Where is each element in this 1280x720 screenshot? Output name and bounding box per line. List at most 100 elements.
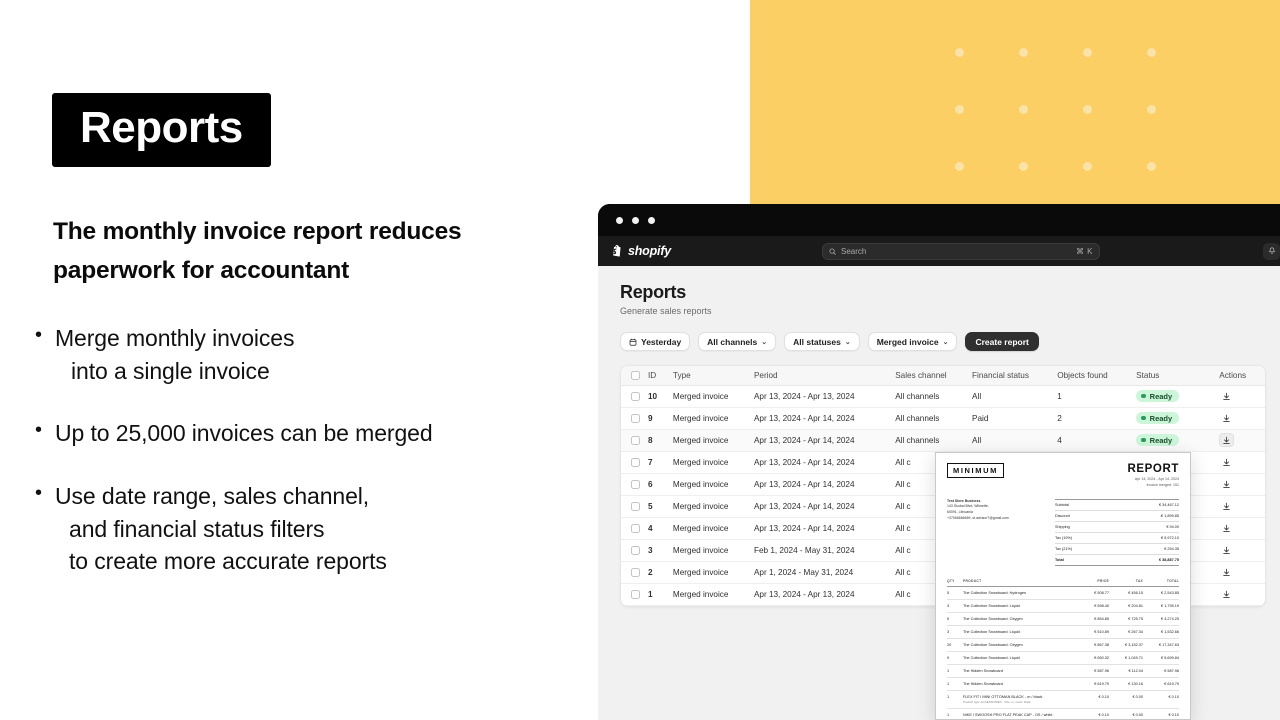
cell-financial: All	[972, 385, 1058, 408]
row-select-cell[interactable]	[621, 473, 648, 496]
date-range-filter[interactable]: Yesterday	[620, 332, 691, 351]
item-tax: € 725.75	[1128, 616, 1143, 621]
create-report-button[interactable]: Create report	[965, 332, 1039, 351]
row-select-cell[interactable]	[621, 583, 648, 606]
table-row[interactable]: 9 Merged invoice Apr 13, 2024 - Apr 14, 20…	[621, 407, 1265, 430]
row-select-cell[interactable]	[621, 451, 648, 474]
download-button[interactable]	[1219, 411, 1234, 425]
cell-id: 10	[648, 385, 673, 408]
row-select-cell[interactable]	[621, 517, 648, 540]
total-label: Shipping	[1055, 524, 1070, 529]
column-header-objects[interactable]: Objects found	[1057, 366, 1137, 386]
download-button[interactable]	[1219, 565, 1234, 579]
items-column-product: PRODUCT	[963, 578, 982, 583]
item-qty: 3	[947, 603, 950, 608]
total-value: € 94.00	[1166, 524, 1179, 529]
item-total: € 1,795.19	[1161, 603, 1179, 608]
column-header-actions[interactable]: Actions	[1219, 366, 1265, 386]
download-button[interactable]	[1219, 587, 1234, 601]
invoice-totals: Subtotal € 34,467.12 Discount -€ 1,899.85 Sh…	[1055, 498, 1179, 566]
row-checkbox[interactable]	[631, 457, 640, 467]
row-select-cell[interactable]	[621, 561, 648, 584]
item-tax: € 456.15	[1128, 590, 1143, 595]
table-row[interactable]: 8 Merged invoice Apr 13, 2024 - Apr 14, 20…	[621, 429, 1265, 452]
download-button[interactable]	[1219, 477, 1234, 491]
row-checkbox[interactable]	[631, 545, 640, 555]
download-icon	[1223, 414, 1230, 422]
cell-actions[interactable]	[1219, 583, 1265, 606]
invoice-item-row: 1 The Hidden Snowboard € 619.79 € 130.16 € 6…	[947, 678, 1179, 691]
column-header-id[interactable]: ID	[648, 366, 673, 386]
table-row[interactable]: 10 Merged invoice Apr 13, 2024 - Apr 13, 2…	[621, 385, 1265, 408]
column-header-period[interactable]: Period	[753, 366, 896, 386]
cell-actions[interactable]	[1219, 495, 1265, 518]
select-all-checkbox[interactable]	[631, 370, 640, 380]
total-value: € 38,887.75	[1158, 557, 1179, 562]
bullet-line: and financial status filters	[69, 515, 325, 542]
cell-status: Ready	[1136, 407, 1220, 430]
row-select-cell[interactable]	[621, 539, 648, 562]
download-icon	[1223, 480, 1230, 488]
row-checkbox[interactable]	[631, 567, 640, 577]
select-all-header[interactable]	[621, 366, 648, 386]
row-checkbox[interactable]	[631, 413, 640, 423]
window-minimize-dot[interactable]	[632, 216, 639, 224]
reports-table-head: ID Type Period Sales channel Financial s…	[621, 366, 1265, 386]
search-input[interactable]: Search ⌘ K	[822, 242, 1100, 260]
invoice-items-body: 5 The Collection Snowboard: Hydrogen € 508…	[947, 587, 1179, 720]
sales-channel-filter[interactable]: All channels ⌄	[698, 332, 777, 351]
window-close-dot[interactable]	[616, 216, 623, 224]
column-header-financial[interactable]: Financial status	[972, 366, 1058, 386]
shopify-logo[interactable]: shopify	[612, 244, 671, 258]
row-checkbox[interactable]	[631, 391, 640, 401]
download-button[interactable]	[1219, 543, 1234, 557]
cell-actions[interactable]	[1219, 451, 1265, 474]
row-checkbox[interactable]	[631, 435, 640, 445]
download-button[interactable]	[1219, 389, 1234, 403]
item-product: The Collection Snowboard: Liquid	[963, 629, 1020, 634]
download-button[interactable]	[1219, 521, 1234, 535]
row-select-cell[interactable]	[621, 495, 648, 518]
report-type-filter-label: Merged invoice	[876, 336, 939, 347]
grid-dot	[955, 162, 964, 171]
cell-actions[interactable]	[1219, 517, 1265, 540]
item-tax: € 3,152.37	[1125, 642, 1143, 647]
download-button[interactable]	[1219, 499, 1234, 513]
sales-channel-filter-label: All channels	[707, 336, 758, 347]
row-checkbox[interactable]	[631, 523, 640, 533]
window-maximize-dot[interactable]	[648, 216, 655, 224]
status-filter[interactable]: All statuses ⌄	[784, 332, 860, 351]
item-meta: Product type: ACCESSORIES · Size: m, Col…	[963, 699, 1031, 704]
column-header-status[interactable]: Status	[1136, 366, 1220, 386]
download-button[interactable]	[1219, 433, 1235, 447]
create-report-button-label: Create report	[975, 336, 1029, 347]
cell-actions[interactable]	[1219, 385, 1265, 408]
row-checkbox[interactable]	[631, 479, 640, 489]
cell-actions[interactable]	[1219, 561, 1265, 584]
cell-actions[interactable]	[1219, 473, 1265, 496]
column-header-type[interactable]: Type	[672, 366, 754, 386]
items-column-total: TOTAL	[1166, 578, 1179, 583]
row-checkbox[interactable]	[631, 501, 640, 511]
grid-dot	[1083, 48, 1092, 57]
notifications-button[interactable]	[1263, 242, 1280, 260]
cell-actions[interactable]	[1219, 539, 1265, 562]
grid-dot	[955, 105, 964, 114]
status-badge: Ready	[1136, 390, 1180, 402]
row-select-cell[interactable]	[621, 407, 648, 430]
download-button[interactable]	[1219, 455, 1234, 469]
row-checkbox[interactable]	[631, 589, 640, 599]
item-product: The Hidden Snowboard	[963, 668, 1003, 673]
item-product: NIKE I SWOOSH PRO FLAT PEAK CAP - OS / w…	[963, 713, 1075, 720]
cell-actions[interactable]	[1219, 429, 1265, 452]
cell-actions[interactable]	[1219, 407, 1265, 430]
invoice-total-row: Discount -€ 1,899.85	[1055, 511, 1179, 522]
row-select-cell[interactable]	[621, 429, 648, 452]
cell-type: Merged invoice	[672, 561, 754, 584]
cell-channel: All channels	[895, 407, 973, 430]
report-type-filter[interactable]: Merged invoice ⌄	[867, 332, 958, 351]
row-select-cell[interactable]	[621, 385, 648, 408]
item-tax: € 0.00	[1132, 694, 1143, 699]
cell-id: 4	[648, 517, 673, 540]
column-header-channel[interactable]: Sales channel	[895, 366, 973, 386]
